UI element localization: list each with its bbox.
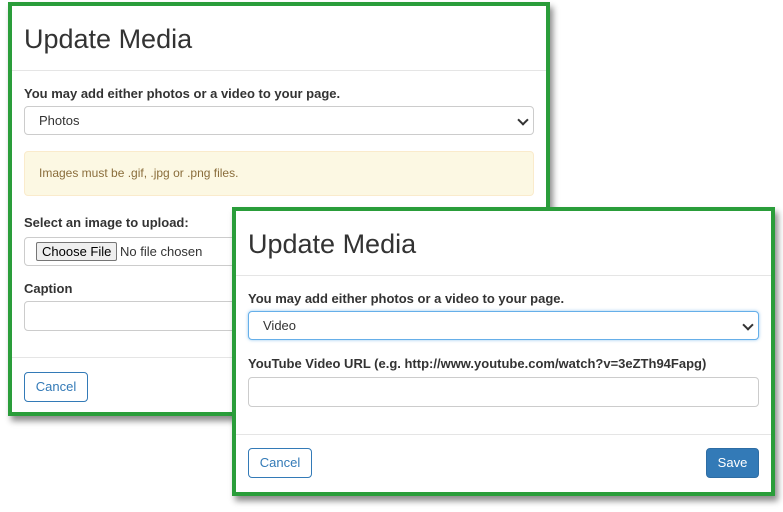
file-type-alert: Images must be .gif, .jpg or .png files. bbox=[24, 151, 534, 196]
update-media-dialog-video: Update Media You may add either photos o… bbox=[232, 207, 775, 496]
media-type-selected-value: Video bbox=[263, 318, 297, 333]
youtube-url-label: YouTube Video URL (e.g. http://www.youtu… bbox=[248, 356, 707, 371]
chevron-down-icon bbox=[517, 114, 529, 126]
save-button[interactable]: Save bbox=[706, 448, 759, 478]
media-type-prompt: You may add either photos or a video to … bbox=[24, 86, 341, 101]
cancel-button[interactable]: Cancel bbox=[24, 372, 88, 402]
upload-label: Select an image to upload: bbox=[24, 215, 189, 230]
chevron-down-icon bbox=[742, 319, 754, 331]
cancel-button[interactable]: Cancel bbox=[248, 448, 312, 478]
media-type-select[interactable]: Photos bbox=[24, 106, 534, 135]
header-divider bbox=[12, 70, 546, 71]
dialog-title: Update Media bbox=[24, 24, 193, 54]
footer-divider bbox=[236, 434, 771, 435]
youtube-url-input[interactable] bbox=[248, 377, 759, 407]
header-divider bbox=[236, 275, 771, 276]
media-type-select[interactable]: Video bbox=[248, 311, 759, 340]
choose-file-button[interactable]: Choose File bbox=[36, 242, 118, 261]
dialog-title: Update Media bbox=[248, 229, 417, 259]
alert-text: Images must be .gif, .jpg or .png files. bbox=[39, 166, 239, 180]
file-status-text: No file chosen bbox=[120, 244, 203, 259]
caption-label: Caption bbox=[24, 281, 73, 296]
media-type-selected-value: Photos bbox=[39, 113, 80, 128]
media-type-prompt: You may add either photos or a video to … bbox=[248, 291, 565, 306]
